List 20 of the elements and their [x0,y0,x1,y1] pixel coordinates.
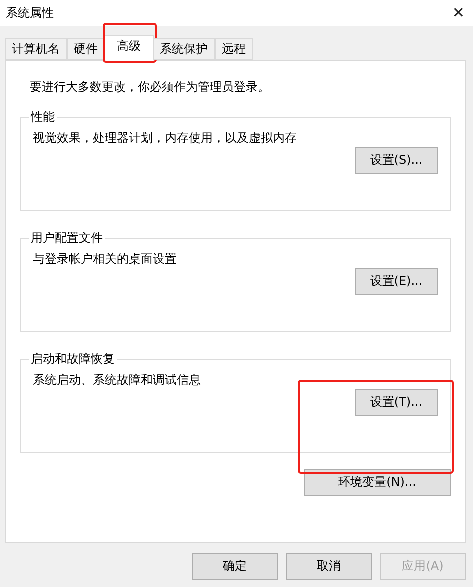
tab[interactable]: 计算机名 [5,38,67,60]
environment-variables-button[interactable]: 环境变量(N)... [304,469,451,496]
tab[interactable]: 系统保护 [153,38,215,60]
tab[interactable]: 远程 [215,38,253,60]
dialog-button[interactable]: 确定 [192,553,278,580]
group-title: 用户配置文件 [30,230,104,247]
tab[interactable]: 硬件 [67,38,105,60]
group-description: 系统启动、系统故障和调试信息 [33,372,202,389]
group-title: 启动和故障恢复 [30,351,116,368]
notice-text: 要进行大多数更改，你必须作为管理员登录。 [30,79,271,96]
settings-button[interactable]: 设置(S)... [355,147,438,174]
settings-button[interactable]: 设置(T)... [355,389,438,416]
settings-button[interactable]: 设置(E)... [355,268,438,295]
tab[interactable]: 高级 [104,35,154,61]
group-title: 性能 [30,109,56,126]
window-title: 系统属性 [6,4,54,22]
group-description: 与登录帐户相关的桌面设置 [33,251,178,268]
group-description: 视觉效果，处理器计划，内存使用，以及虚拟内存 [33,130,298,147]
close-icon[interactable]: ✕ [452,4,465,22]
dialog-button[interactable]: 取消 [286,553,372,580]
